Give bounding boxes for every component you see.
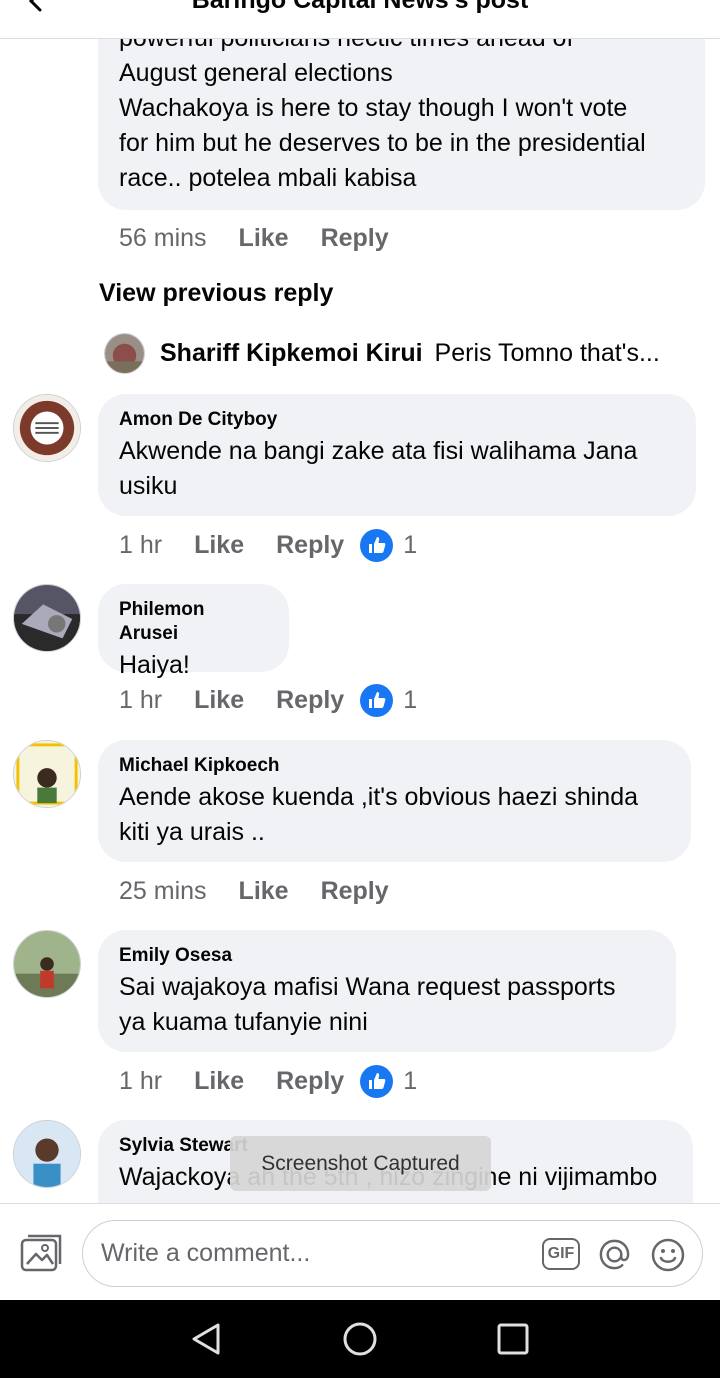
comment-time: 25 mins [119, 876, 207, 905]
like-button[interactable]: Like [194, 531, 244, 560]
comment-time: 1 hr [119, 530, 163, 559]
comment-input-field[interactable]: GIF [82, 1220, 703, 1287]
comment-text: Sai wajakoya mafisi Wana request passpor… [119, 973, 616, 1036]
comment-bubble[interactable]: Michael Kipkoech Aende akose kuenda ,it'… [98, 740, 691, 862]
like-button[interactable]: Like [239, 877, 289, 906]
avatar[interactable] [13, 394, 81, 462]
thumbs-up-icon [360, 528, 394, 562]
reply-button[interactable]: Reply [321, 877, 389, 906]
nav-home-icon[interactable] [342, 1321, 378, 1357]
comments-feed[interactable]: powerful politicians hectic times ahead … [0, 39, 720, 1203]
comment-text: Aende akose kuenda ,it's obvious haezi s… [119, 783, 639, 846]
comment-bubble[interactable]: powerful politicians hectic times ahead … [98, 39, 705, 210]
comment-text: Akwende na bangi zake ata fisi walihama … [119, 437, 638, 500]
reply-text: Peris Tomno that's... [434, 338, 660, 367]
comment-composer: GIF [0, 1203, 720, 1300]
comment-meta: 25 mins Like Reply [119, 876, 389, 906]
nav-back-icon[interactable] [188, 1321, 224, 1357]
comment-bubble[interactable]: Emily Osesa Sai wajakoya mafisi Wana req… [98, 930, 676, 1052]
like-button[interactable]: Like [239, 224, 289, 253]
reaction-count: 1 [403, 1066, 418, 1095]
avatar[interactable] [104, 332, 145, 374]
avatar[interactable] [13, 740, 81, 808]
comment-input[interactable] [101, 1221, 521, 1286]
reply-button[interactable]: Reply [276, 1067, 344, 1096]
comment-text: powerful politicians hectic times ahead … [119, 39, 646, 192]
avatar[interactable] [13, 584, 81, 652]
comment-author[interactable]: Amon De Cityboy [119, 408, 674, 432]
reaction-summary[interactable]: 1 [360, 683, 418, 717]
reply-author[interactable]: Shariff Kipkemoi Kirui [160, 339, 423, 368]
comment-bubble[interactable]: Amon De Cityboy Akwende na bangi zake at… [98, 394, 696, 516]
reply-button[interactable]: Reply [321, 224, 389, 253]
comment-time: 56 mins [119, 223, 207, 252]
thumbs-up-icon [360, 683, 394, 717]
reply-preview[interactable]: Shariff Kipkemoi Kirui Peris Tomno that'… [104, 331, 660, 375]
avatar[interactable] [13, 1120, 81, 1188]
comment-author[interactable]: Michael Kipkoech [119, 754, 669, 778]
gif-icon[interactable]: GIF [542, 1238, 580, 1270]
reaction-summary[interactable]: 1 [360, 1064, 418, 1098]
post-header: Baringo Capital News's post [0, 0, 720, 39]
comment-bubble[interactable]: Philemon Arusei Haiya! [98, 584, 289, 679]
thumbs-up-icon [360, 1064, 394, 1098]
page-title: Baringo Capital News's post [191, 0, 529, 14]
reaction-summary[interactable]: 1 [360, 528, 418, 562]
nav-recents-icon[interactable] [495, 1321, 531, 1357]
comment-author[interactable]: Emily Osesa [119, 944, 654, 968]
comment-text: Haiya! [119, 651, 190, 679]
view-previous-reply-link[interactable]: View previous reply [99, 279, 333, 308]
comment-meta: 1 hr Like Reply 1 [119, 683, 418, 717]
like-button[interactable]: Like [194, 1067, 244, 1096]
avatar[interactable] [13, 930, 81, 998]
like-button[interactable]: Like [194, 686, 244, 715]
emoji-icon[interactable] [650, 1237, 686, 1273]
system-nav-bar [0, 1300, 720, 1378]
at-icon[interactable] [597, 1237, 632, 1272]
comment-meta: 1 hr Like Reply 1 [119, 1064, 418, 1098]
screenshot-toast: Screenshot Captured [230, 1136, 491, 1191]
photo-icon[interactable] [20, 1234, 62, 1272]
comment-time: 1 hr [119, 685, 163, 714]
reaction-count: 1 [403, 530, 418, 559]
comment-time: 1 hr [119, 1066, 163, 1095]
comment-author[interactable]: Philemon Arusei [119, 598, 267, 646]
reply-button[interactable]: Reply [276, 686, 344, 715]
reply-button[interactable]: Reply [276, 531, 344, 560]
comment-meta: 1 hr Like Reply 1 [119, 528, 418, 562]
reaction-count: 1 [403, 685, 418, 714]
comment-meta: 56 mins Like Reply [119, 223, 389, 253]
